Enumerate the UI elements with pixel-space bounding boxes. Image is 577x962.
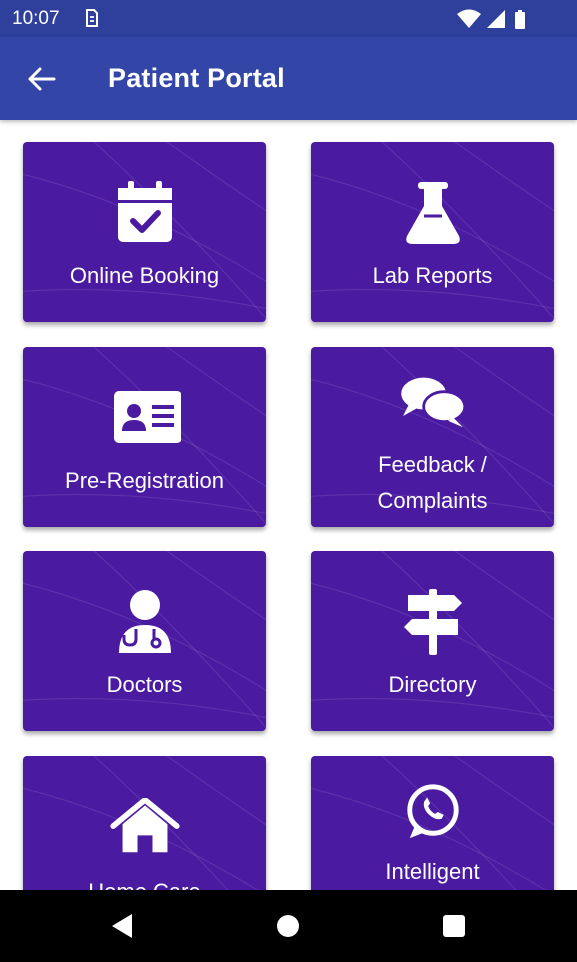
tile-label: Pre-Registration: [65, 468, 224, 493]
tile-label: Feedback / Complaints: [317, 447, 548, 519]
home-icon: [110, 798, 180, 853]
tile-label: Home Care: [29, 874, 260, 890]
status-bar: 10:07: [0, 0, 577, 37]
nav-home-icon[interactable]: [272, 910, 304, 942]
status-time: 10:07: [12, 8, 60, 29]
tile-grid: Online Booking Lab Reports Pre-Registrat…: [0, 120, 577, 890]
tile-label: Intelligent: [385, 859, 480, 884]
back-arrow-icon[interactable]: [22, 61, 62, 97]
pre-registration-tile[interactable]: Pre-Registration: [23, 347, 266, 527]
comments-icon: [401, 377, 467, 428]
intelligent-tile[interactable]: Intelligent: [311, 756, 554, 890]
home-care-tile[interactable]: Home Care: [23, 756, 266, 890]
lab-reports-tile[interactable]: Lab Reports: [311, 142, 554, 322]
tile-label: Doctors: [106, 672, 183, 697]
system-nav-bar: [0, 890, 577, 962]
tile-label-line1: Feedback /: [378, 452, 487, 477]
sim-icon: [86, 9, 98, 27]
signal-icon: [487, 10, 505, 28]
wifi-icon: [457, 9, 481, 28]
doctors-tile[interactable]: Doctors: [23, 551, 266, 731]
nav-recents-icon[interactable]: [438, 910, 470, 942]
doctor-icon: [119, 590, 171, 653]
directory-tile[interactable]: Directory: [311, 551, 554, 731]
feedback-complaints-tile[interactable]: Feedback / Complaints: [311, 347, 554, 527]
online-booking-tile[interactable]: Online Booking: [23, 142, 266, 322]
battery-icon: [515, 10, 525, 29]
tile-label: Directory: [388, 672, 477, 697]
whatsapp-icon: [407, 784, 459, 839]
app-bar: Patient Portal: [0, 37, 577, 120]
id-card-icon: [114, 391, 181, 443]
tile-label-line2: Complaints: [377, 488, 488, 513]
tile-label: Lab Reports: [372, 263, 493, 288]
signpost-icon: [404, 589, 462, 655]
status-icons: [457, 9, 525, 29]
page-title: Patient Portal: [108, 63, 285, 93]
tile-label: Online Booking: [69, 263, 220, 288]
calendar-check-icon: [118, 181, 172, 242]
flask-icon: [406, 182, 460, 244]
nav-back-icon[interactable]: [106, 910, 138, 942]
